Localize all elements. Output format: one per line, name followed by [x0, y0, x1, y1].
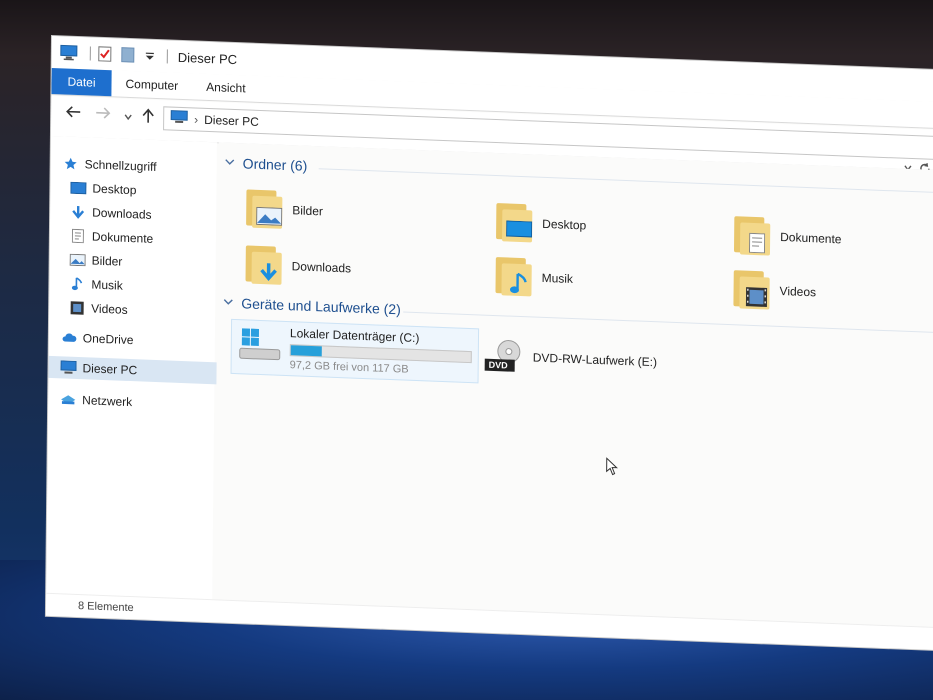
tab-view[interactable]: Ansicht — [192, 73, 260, 102]
folder-downloads[interactable]: Downloads — [243, 245, 351, 287]
folder-label: Downloads — [291, 259, 352, 276]
title-separator — [166, 49, 168, 64]
drive-label: DVD-RW-Laufwerk (E:) — [532, 350, 658, 370]
sidebar-item-onedrive[interactable]: OneDrive — [49, 326, 227, 355]
sidebar-item-label: Desktop — [92, 181, 137, 198]
sidebar-item-label: Netzwerk — [82, 393, 133, 410]
customize-quick-access-icon[interactable] — [145, 48, 155, 64]
sidebar-item-videos[interactable]: Videos — [49, 296, 235, 325]
dvd-badge: DVD — [488, 359, 508, 371]
download-icon — [255, 262, 281, 283]
group-divider — [403, 311, 933, 335]
sidebar-item-label: Dieser PC — [82, 361, 138, 378]
content-pane: Ordner (6) Bilder Desktop Dokumente Down… — [214, 142, 933, 629]
folder-desktop[interactable]: Desktop — [494, 203, 586, 245]
group-title: Ordner (6) — [242, 155, 308, 174]
group-title: Geräte und Laufwerke (2) — [241, 295, 401, 318]
folder-label: Bilder — [292, 203, 324, 219]
sidebar-item-label: Schnellzugriff — [84, 157, 157, 175]
cloud-icon — [61, 330, 77, 345]
video-icon — [69, 301, 85, 316]
document-icon — [744, 232, 770, 254]
dvd-drive-icon: DVD — [483, 339, 525, 378]
breadcrumb-chevron-icon[interactable]: › — [194, 112, 198, 126]
folder-icon — [731, 270, 771, 310]
folder-label: Musik — [541, 270, 574, 287]
navigation-pane: Schnellzugriff Desktop 📌 Downloads 📌 Dok… — [46, 135, 230, 601]
folder-documents[interactable]: Dokumente — [732, 216, 842, 258]
group-divider — [318, 168, 933, 195]
folder-videos[interactable]: Videos — [731, 270, 816, 311]
sidebar-item-this-pc[interactable]: Dieser PC — [48, 355, 227, 385]
mouse-cursor-icon — [606, 457, 620, 476]
sidebar-item-label: OneDrive — [82, 331, 134, 348]
new-folder-icon[interactable] — [121, 47, 139, 64]
drive-info: Lokaler Datenträger (C:) 97,2 GB frei vo… — [290, 326, 472, 378]
drive-c[interactable]: Lokaler Datenträger (C:) 97,2 GB frei vo… — [230, 318, 480, 384]
up-arrow-icon[interactable] — [141, 107, 155, 129]
folder-label: Videos — [779, 283, 817, 300]
window-title: Dieser PC — [177, 49, 238, 67]
sidebar-item-label: Bilder — [91, 253, 123, 269]
drive-e[interactable]: DVD DVD-RW-Laufwerk (E:) — [483, 339, 658, 383]
desktop-icon — [70, 181, 87, 196]
picture-icon — [256, 206, 283, 227]
folder-icon — [243, 245, 283, 285]
tab-computer[interactable]: Computer — [111, 70, 192, 99]
sidebar-item-label: Downloads — [92, 205, 152, 222]
group-header-devices[interactable]: Geräte und Laufwerke (2) — [223, 295, 401, 318]
back-arrow-icon[interactable] — [65, 105, 81, 125]
folder-icon — [732, 216, 772, 256]
sidebar-item-network[interactable]: Netzwerk — [48, 388, 226, 417]
forward-arrow-icon[interactable] — [95, 106, 111, 126]
sidebar-item-label: Dokumente — [91, 229, 154, 246]
computer-icon[interactable] — [60, 44, 78, 61]
folder-icon — [244, 189, 284, 229]
video-icon — [743, 287, 769, 308]
computer-icon — [60, 360, 77, 375]
breadcrumb-this-pc[interactable]: Dieser PC — [204, 113, 259, 129]
group-header-folders[interactable]: Ordner (6) — [225, 155, 308, 174]
quick-access-separator — [89, 46, 91, 61]
sidebar-item-label: Musik — [91, 277, 123, 293]
tab-file[interactable]: Datei — [51, 67, 112, 97]
item-count: 8 Elemente — [77, 600, 134, 615]
folder-label: Dokumente — [780, 229, 842, 247]
document-icon — [70, 228, 86, 244]
drive-usage-fill — [290, 345, 322, 357]
folder-music[interactable]: Musik — [493, 257, 573, 298]
music-icon — [505, 272, 531, 294]
folder-icon — [493, 257, 533, 297]
folder-icon — [494, 203, 534, 243]
folder-label: Desktop — [542, 216, 587, 233]
properties-icon[interactable] — [97, 46, 115, 63]
computer-icon — [170, 109, 188, 129]
star-icon — [63, 156, 79, 171]
drive-label: Lokaler Datenträger (C:) — [289, 326, 420, 346]
windows-drive-icon — [238, 326, 282, 365]
recent-dropdown-icon[interactable] — [123, 109, 133, 127]
network-icon — [60, 392, 76, 407]
chevron-down-icon — [223, 297, 233, 309]
download-icon — [70, 205, 86, 220]
picture-icon — [69, 253, 86, 268]
music-icon — [69, 277, 85, 292]
folder-pictures[interactable]: Bilder — [244, 189, 323, 230]
explorer-window: Dieser PC Datei Computer Ansicht › Diese… — [45, 36, 933, 651]
desktop-icon — [506, 219, 533, 240]
chevron-down-icon — [225, 157, 235, 169]
sidebar-item-label: Videos — [91, 301, 128, 317]
